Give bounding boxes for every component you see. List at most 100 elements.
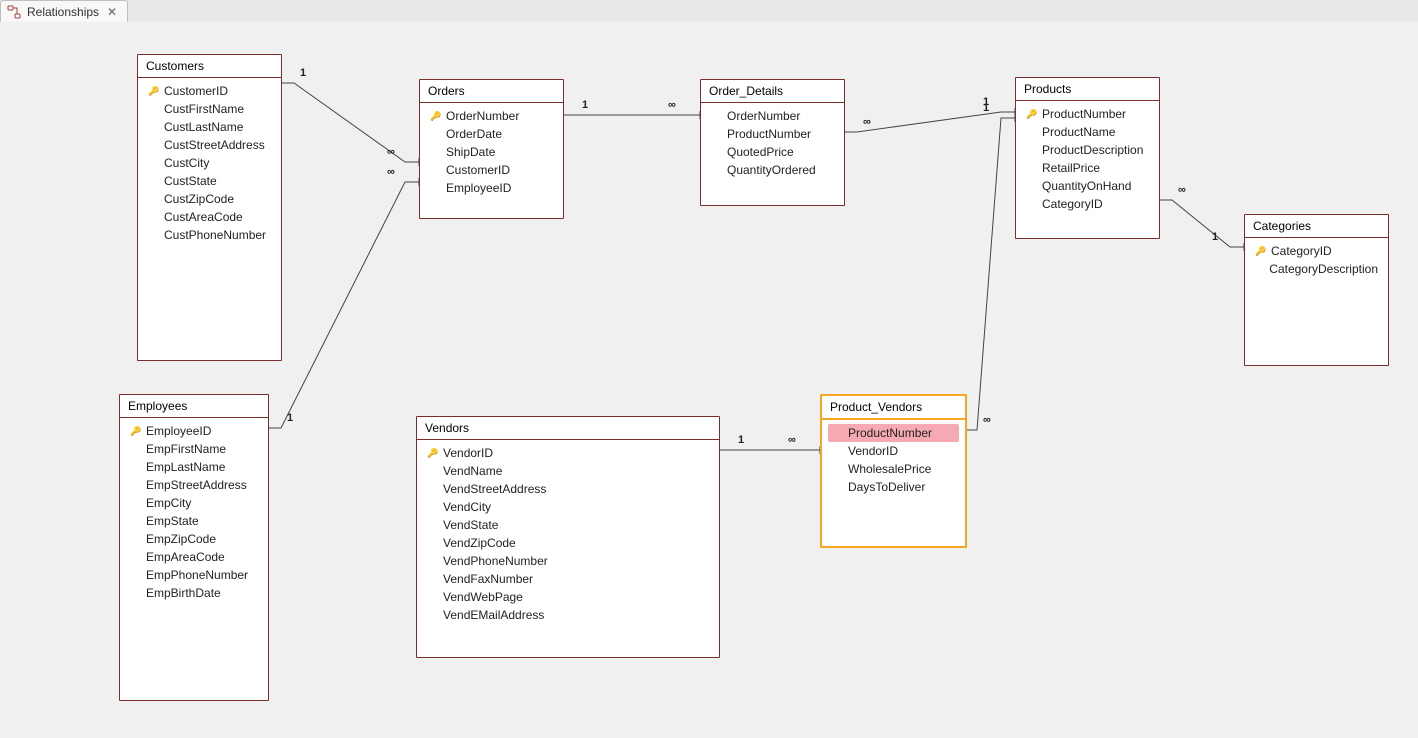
field-EmpZipCode[interactable]: EmpZipCode [126, 530, 262, 548]
field-name: EmployeeID [446, 181, 511, 195]
tab-bar: Relationships ✕ [0, 0, 1418, 23]
field-ProductName[interactable]: ProductName [1022, 123, 1153, 141]
field-CategoryID[interactable]: 🔑 CategoryID [1251, 242, 1382, 260]
field-DaysToDeliver[interactable]: DaysToDeliver [828, 478, 959, 496]
field-ProductNumber[interactable]: 🔑ProductNumber [1022, 105, 1153, 123]
table-customers[interactable]: Customers 🔑CustomerIDCustFirstName CustLas… [137, 54, 282, 361]
field-VendorID[interactable]: VendorID [828, 442, 959, 460]
field-name: DaysToDeliver [848, 480, 925, 494]
field-EmpPhoneNumber[interactable]: EmpPhoneNumber [126, 566, 262, 584]
field-QuotedPrice[interactable]: QuotedPrice [707, 143, 838, 161]
field-name: EmpPhoneNumber [146, 568, 248, 582]
field-OrderDate[interactable]: OrderDate [426, 125, 557, 143]
primary-key-icon: 🔑 [430, 111, 442, 122]
field-VendState[interactable]: VendState [423, 516, 713, 534]
field-ProductNumber[interactable]: ProductNumber [828, 424, 959, 442]
field-name: RetailPrice [1042, 161, 1100, 175]
field-EmpAreaCode[interactable]: EmpAreaCode [126, 548, 262, 566]
field-VendStreetAddress[interactable]: VendStreetAddress [423, 480, 713, 498]
field-name: VendCity [443, 500, 491, 514]
field-QuantityOnHand[interactable]: QuantityOnHand [1022, 177, 1153, 195]
field-VendorID[interactable]: 🔑VendorID [423, 444, 713, 462]
field-VendEMailAddress[interactable]: VendEMailAddress [423, 606, 713, 624]
field-name: CustomerID [446, 163, 510, 177]
field-name: ProductNumber [727, 127, 811, 141]
cardinality-label: ∞ [983, 414, 991, 426]
field-CustZipCode[interactable]: CustZipCode [144, 190, 275, 208]
primary-key-icon: 🔑 [1255, 246, 1267, 257]
close-icon[interactable]: ✕ [105, 5, 119, 19]
field-name: ProductNumber [848, 426, 932, 440]
table-products[interactable]: Products 🔑ProductNumber ProductName Product… [1015, 77, 1160, 239]
field-VendZipCode[interactable]: VendZipCode [423, 534, 713, 552]
field-ShipDate[interactable]: ShipDate [426, 143, 557, 161]
field-CustomerID[interactable]: 🔑CustomerID [144, 82, 275, 100]
field-list: 🔑CustomerIDCustFirstName CustLastName Cust… [138, 78, 281, 252]
field-name: EmpAreaCode [146, 550, 225, 564]
field-name: CategoryID [1271, 244, 1332, 258]
field-name: ProductDescription [1042, 143, 1143, 157]
table-vendors[interactable]: Vendors 🔑VendorIDVendName VendStreetAddres… [416, 416, 720, 658]
field-EmployeeID[interactable]: EmployeeID [426, 179, 557, 197]
field-name: ProductName [1042, 125, 1115, 139]
field-OrderNumber[interactable]: 🔑OrderNumber [426, 107, 557, 125]
table-title[interactable]: Product_Vendors [822, 396, 965, 420]
field-VendCity[interactable]: VendCity [423, 498, 713, 516]
table-title[interactable]: Products [1016, 78, 1159, 101]
field-QuantityOrdered[interactable]: QuantityOrdered [707, 161, 838, 179]
field-name: EmpLastName [146, 460, 225, 474]
field-RetailPrice[interactable]: RetailPrice [1022, 159, 1153, 177]
field-EmpLastName[interactable]: EmpLastName [126, 458, 262, 476]
table-title[interactable]: Orders [420, 80, 563, 103]
field-ProductNumber[interactable]: ProductNumber [707, 125, 838, 143]
field-WholesalePrice[interactable]: WholesalePrice [828, 460, 959, 478]
field-CategoryDescription[interactable]: CategoryDescription [1251, 260, 1382, 278]
cardinality-label: 1 [287, 412, 293, 424]
diagram-canvas[interactable]: Customers🔑CustomerIDCustFirstNameCustLas… [0, 22, 1418, 738]
field-VendFaxNumber[interactable]: VendFaxNumber [423, 570, 713, 588]
field-CustCity[interactable]: CustCity [144, 154, 275, 172]
table-product_vendors[interactable]: Product_Vendors ProductNumber VendorID Whol… [820, 394, 967, 548]
field-EmpCity[interactable]: EmpCity [126, 494, 262, 512]
tab-relationships[interactable]: Relationships ✕ [0, 0, 128, 24]
table-employees[interactable]: Employees 🔑EmployeeIDEmpFirstName EmpLastN… [119, 394, 269, 701]
field-EmpBirthDate[interactable]: EmpBirthDate [126, 584, 262, 602]
field-EmpFirstName[interactable]: EmpFirstName [126, 440, 262, 458]
field-VendWebPage[interactable]: VendWebPage [423, 588, 713, 606]
field-VendName[interactable]: VendName [423, 462, 713, 480]
table-order_details[interactable]: Order_Details OrderNumber ProductNumber Quo… [700, 79, 845, 206]
field-OrderNumber[interactable]: OrderNumber [707, 107, 838, 125]
field-name: EmployeeID [146, 424, 211, 438]
table-title[interactable]: Vendors [417, 417, 719, 440]
field-CategoryID[interactable]: CategoryID [1022, 195, 1153, 213]
field-name: VendStreetAddress [443, 482, 546, 496]
field-CustPhoneNumber[interactable]: CustPhoneNumber [144, 226, 275, 244]
table-title[interactable]: Customers [138, 55, 281, 78]
cardinality-label: 1 [983, 102, 989, 114]
field-EmpStreetAddress[interactable]: EmpStreetAddress [126, 476, 262, 494]
field-ProductDescription[interactable]: ProductDescription [1022, 141, 1153, 159]
field-EmpState[interactable]: EmpState [126, 512, 262, 530]
field-EmployeeID[interactable]: 🔑EmployeeID [126, 422, 262, 440]
field-name: WholesalePrice [848, 462, 931, 476]
primary-key-icon: 🔑 [427, 448, 439, 459]
field-name: VendState [443, 518, 498, 532]
table-title[interactable]: Employees [120, 395, 268, 418]
field-name: VendEMailAddress [443, 608, 544, 622]
field-CustomerID[interactable]: CustomerID [426, 161, 557, 179]
field-CustStreetAddress[interactable]: CustStreetAddress [144, 136, 275, 154]
field-CustFirstName[interactable]: CustFirstName [144, 100, 275, 118]
table-categories[interactable]: Categories 🔑 CategoryID CategoryDescription [1244, 214, 1389, 366]
table-title[interactable]: Categories [1245, 215, 1388, 238]
field-CustAreaCode[interactable]: CustAreaCode [144, 208, 275, 226]
field-CustLastName[interactable]: CustLastName [144, 118, 275, 136]
field-name: EmpState [146, 514, 199, 528]
relationships-icon [7, 5, 21, 19]
cardinality-label: ∞ [788, 434, 796, 446]
field-CustState[interactable]: CustState [144, 172, 275, 190]
cardinality-label: 1 [1212, 231, 1218, 243]
field-VendPhoneNumber[interactable]: VendPhoneNumber [423, 552, 713, 570]
table-orders[interactable]: Orders 🔑OrderNumberOrderDateShipDate Custo… [419, 79, 564, 219]
field-name: CustLastName [164, 120, 243, 134]
table-title[interactable]: Order_Details [701, 80, 844, 103]
